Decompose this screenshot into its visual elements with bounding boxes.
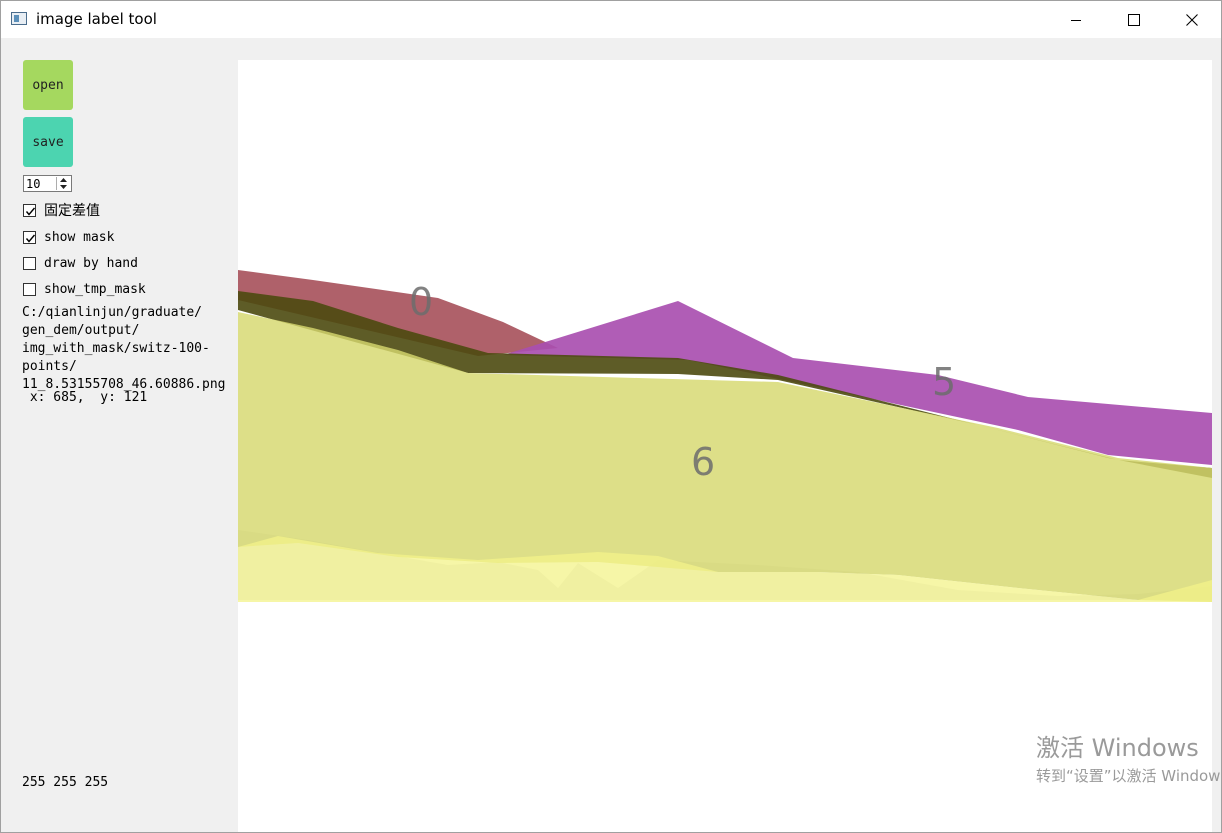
- spin-down-button[interactable]: [57, 184, 70, 190]
- checkbox-show-tmp-mask[interactable]: show_tmp_mask: [23, 280, 146, 298]
- checkbox-draw-by-hand[interactable]: draw by hand: [23, 254, 138, 272]
- checkbox-box[interactable]: [23, 230, 36, 244]
- cursor-coordinates: x: 685, y: 121: [22, 390, 148, 405]
- spinbox-arrows: [56, 177, 70, 190]
- title-bar: image label tool: [1, 1, 1221, 38]
- file-path-label: C:/qianlinjun/graduate/ gen_dem/output/ …: [22, 305, 226, 392]
- close-button[interactable]: [1163, 1, 1221, 38]
- image-canvas[interactable]: 0 5 6: [238, 60, 1212, 832]
- save-button[interactable]: save: [23, 117, 73, 167]
- open-button[interactable]: open: [23, 60, 73, 110]
- checkbox-label: draw by hand: [44, 255, 138, 271]
- arrow-up-icon: [60, 178, 67, 182]
- checkbox-box[interactable]: [23, 282, 36, 296]
- watermark-title: 激活 Windows: [1036, 734, 1199, 762]
- maximize-button[interactable]: [1105, 1, 1163, 38]
- checkbox-label: 固定差值: [44, 203, 100, 219]
- spinbox-value: 10: [26, 177, 41, 191]
- window-title: image label tool: [36, 10, 157, 28]
- close-icon: [1186, 13, 1198, 26]
- mask-label-6: 6: [691, 440, 716, 484]
- mask-label-0: 0: [409, 280, 434, 324]
- pixel-rgb-value: 255 255 255: [22, 775, 109, 790]
- mask-label-5: 5: [932, 360, 957, 404]
- activation-watermark: 激活 Windows 转到“设置”以激活 Windows。: [1036, 728, 1221, 786]
- value-spinbox[interactable]: 10: [23, 175, 72, 192]
- maximize-icon: [1128, 13, 1140, 26]
- watermark-subtitle: 转到“设置”以激活 Windows。: [1036, 767, 1221, 785]
- checkbox-label: show mask: [44, 229, 115, 245]
- checkbox-box[interactable]: [23, 256, 36, 270]
- spin-up-button[interactable]: [57, 177, 70, 183]
- mask-overlay: [238, 270, 1212, 602]
- app-icon: [11, 12, 27, 25]
- checkbox-show-mask[interactable]: show mask: [23, 228, 114, 246]
- checkbox-box[interactable]: [23, 203, 36, 217]
- checkmark-icon: [25, 234, 36, 243]
- checkbox-label: show_tmp_mask: [44, 281, 146, 297]
- arrow-down-icon: [60, 185, 67, 189]
- minimize-button[interactable]: [1047, 1, 1105, 38]
- checkbox-fixed-diff[interactable]: 固定差值: [23, 201, 100, 219]
- minimize-icon: [1071, 19, 1081, 21]
- app-window: image label tool open save 10 固定差值 show …: [0, 0, 1222, 833]
- checkmark-icon: [25, 207, 36, 216]
